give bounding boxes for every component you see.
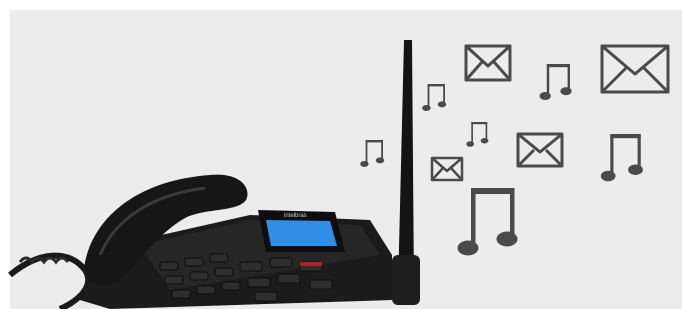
music-note-icon xyxy=(600,134,643,182)
envelope-icon xyxy=(516,132,564,168)
phone-cord xyxy=(8,252,92,309)
music-note-icon xyxy=(539,64,572,100)
photo-canvas: intelbras xyxy=(8,40,670,309)
brand-logo: intelbras xyxy=(284,213,307,219)
music-note-icon xyxy=(422,84,447,111)
envelope-icon xyxy=(430,156,464,182)
phone-screen xyxy=(266,220,337,246)
envelope-icon xyxy=(464,44,512,82)
music-note-icon xyxy=(360,140,385,167)
image-frame: intelbras xyxy=(0,0,682,309)
music-note-icon xyxy=(457,188,518,256)
antenna-base xyxy=(392,255,420,305)
music-note-icon xyxy=(466,122,489,147)
antenna xyxy=(398,40,414,290)
envelope-icon xyxy=(600,44,670,94)
end-call-key xyxy=(300,262,322,266)
